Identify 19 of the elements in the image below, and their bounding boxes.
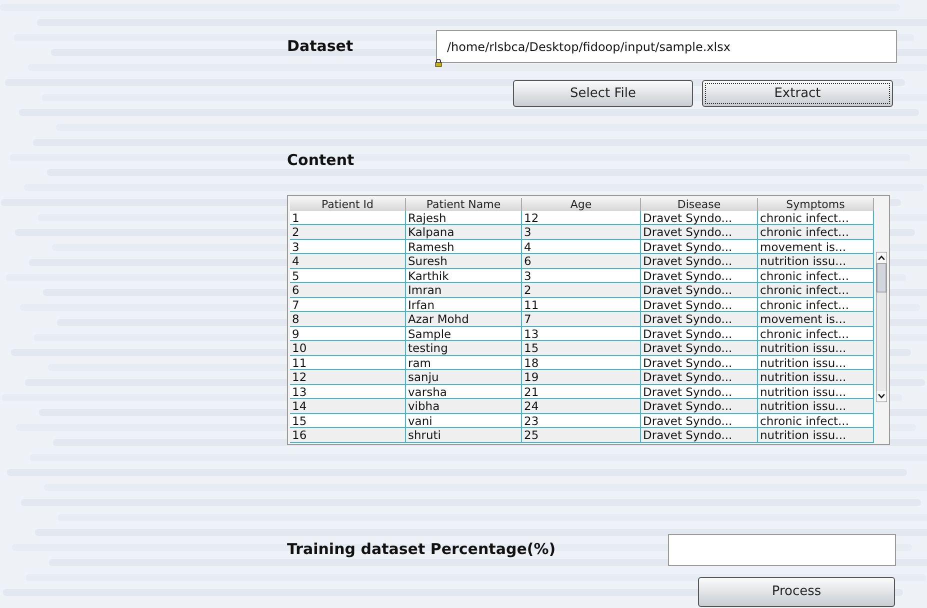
table-cell: Dravet Syndo... [641,428,758,442]
content-label: Content [287,150,356,171]
column-header[interactable]: Patient Name [406,198,522,210]
training-percentage-field[interactable] [668,534,896,566]
button[interactable]: Process [698,576,895,606]
column-header[interactable]: Disease [641,198,758,210]
table-cell: nutrition issu... [758,428,874,442]
table-cell: shruti [406,428,522,442]
button[interactable]: Select File [513,80,693,107]
lock-icon [435,59,442,67]
training-percentage-label: Training dataset Percentage(%) [287,539,557,560]
column-header[interactable]: Age [522,198,641,210]
table-cell: 16 [290,428,406,442]
file-path-field[interactable]: /home/rlsbca/Desktop/fidoop/input/sample.xlsx [436,30,897,63]
button[interactable]: Extract [702,80,893,107]
dataset-label: Dataset [287,36,354,58]
column-header[interactable]: Patient Id [290,198,406,210]
column-header[interactable]: Symptoms [758,198,874,210]
table-cell: 25 [522,428,641,442]
